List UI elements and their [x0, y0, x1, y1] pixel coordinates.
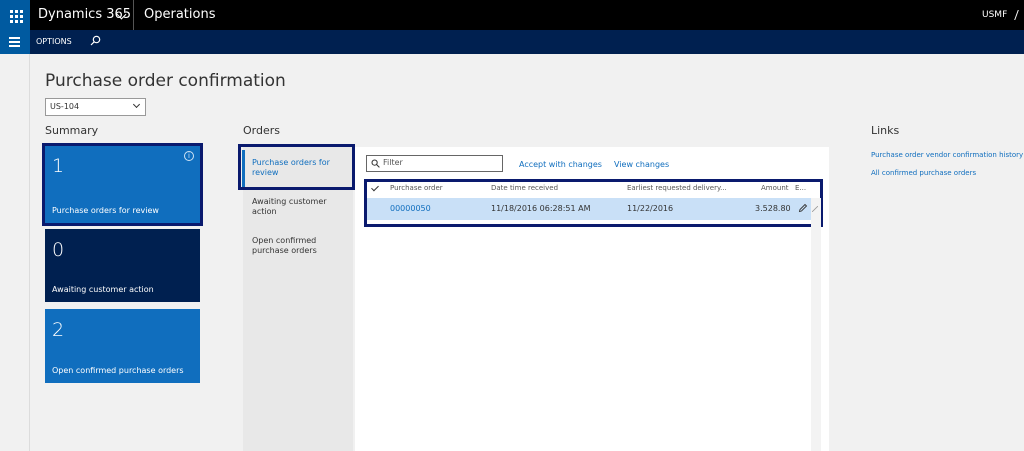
tile-purchase-orders-for-review[interactable]: 1 i Purchase orders for review	[45, 145, 200, 223]
app-launcher-icon[interactable]	[0, 0, 30, 30]
company-picker[interactable]: USMF	[982, 0, 1007, 30]
grid-header: Purchase order Date time received Earlie…	[367, 182, 820, 197]
info-icon[interactable]: i	[184, 151, 194, 161]
cell-amount: 3.528.80	[755, 204, 791, 213]
filter-placeholder: Filter	[383, 158, 403, 167]
column-edit[interactable]: E...	[795, 184, 806, 192]
tile-label: Awaiting customer action	[52, 285, 154, 294]
company-select[interactable]: US-104	[45, 98, 146, 116]
tile-open-confirmed-purchase-orders[interactable]: 2 Open confirmed purchase orders	[45, 309, 200, 383]
filter-input[interactable]: Filter	[366, 155, 503, 172]
chevron-down-icon	[132, 100, 141, 109]
link-all-confirmed-purchase-orders[interactable]: All confirmed purchase orders	[871, 169, 976, 177]
column-purchase-order[interactable]: Purchase order	[390, 184, 443, 192]
tile-count: 2	[52, 319, 65, 341]
module-name[interactable]: Operations	[144, 0, 215, 30]
company-select-value: US-104	[50, 102, 80, 111]
page-title: Purchase order confirmation	[45, 71, 286, 91]
top-navigation-bar: Dynamics 365 Operations USMF	[0, 0, 1024, 30]
navigation-rail	[0, 54, 30, 451]
orders-list-pane	[243, 147, 353, 451]
orders-nav-open-confirmed[interactable]: Open confirmed purchase orders	[252, 236, 347, 256]
cell-earliest-delivery: 11/22/2016	[627, 204, 674, 213]
links-label: Links	[871, 124, 900, 137]
tile-awaiting-customer-action[interactable]: 0 Awaiting customer action	[45, 229, 200, 302]
summary-label: Summary	[45, 124, 99, 137]
accept-with-changes-button[interactable]: Accept with changes	[519, 160, 602, 169]
link-vendor-confirmation-history[interactable]: Purchase order vendor confirmation histo…	[871, 151, 1023, 159]
orders-nav-awaiting[interactable]: Awaiting customer action	[252, 197, 347, 217]
vertical-scrollbar[interactable]	[811, 198, 821, 451]
search-icon[interactable]	[90, 35, 101, 46]
nav-divider	[133, 0, 134, 30]
hamburger-menu-icon[interactable]	[0, 30, 30, 54]
column-amount[interactable]: Amount	[761, 184, 789, 192]
view-changes-button[interactable]: View changes	[614, 160, 669, 169]
tile-label: Open confirmed purchase orders	[52, 366, 184, 375]
orders-nav-for-review[interactable]: Purchase orders for review	[252, 158, 347, 178]
column-earliest-requested-delivery[interactable]: Earliest requested delivery...	[627, 184, 727, 192]
cell-date-time-received: 11/18/2016 06:28:51 AM	[491, 204, 591, 213]
tile-label: Purchase orders for review	[52, 206, 159, 215]
cell-purchase-order[interactable]: 00000050	[390, 204, 431, 213]
orders-label: Orders	[243, 124, 280, 137]
search-icon	[371, 159, 380, 168]
action-pane: OPTIONS	[0, 30, 1024, 54]
pencil-icon[interactable]	[798, 203, 808, 213]
options-tab[interactable]: OPTIONS	[36, 30, 72, 54]
resize-grip-icon[interactable]	[812, 206, 818, 212]
select-all-check-icon[interactable]	[371, 183, 379, 192]
table-row[interactable]: 00000050 11/18/2016 06:28:51 AM 11/22/20…	[367, 198, 820, 220]
tile-count: 1	[52, 155, 65, 177]
user-icon[interactable]	[1014, 10, 1024, 20]
selected-indicator	[242, 150, 245, 187]
column-date-time-received[interactable]: Date time received	[491, 184, 558, 192]
tile-count: 0	[52, 239, 65, 261]
